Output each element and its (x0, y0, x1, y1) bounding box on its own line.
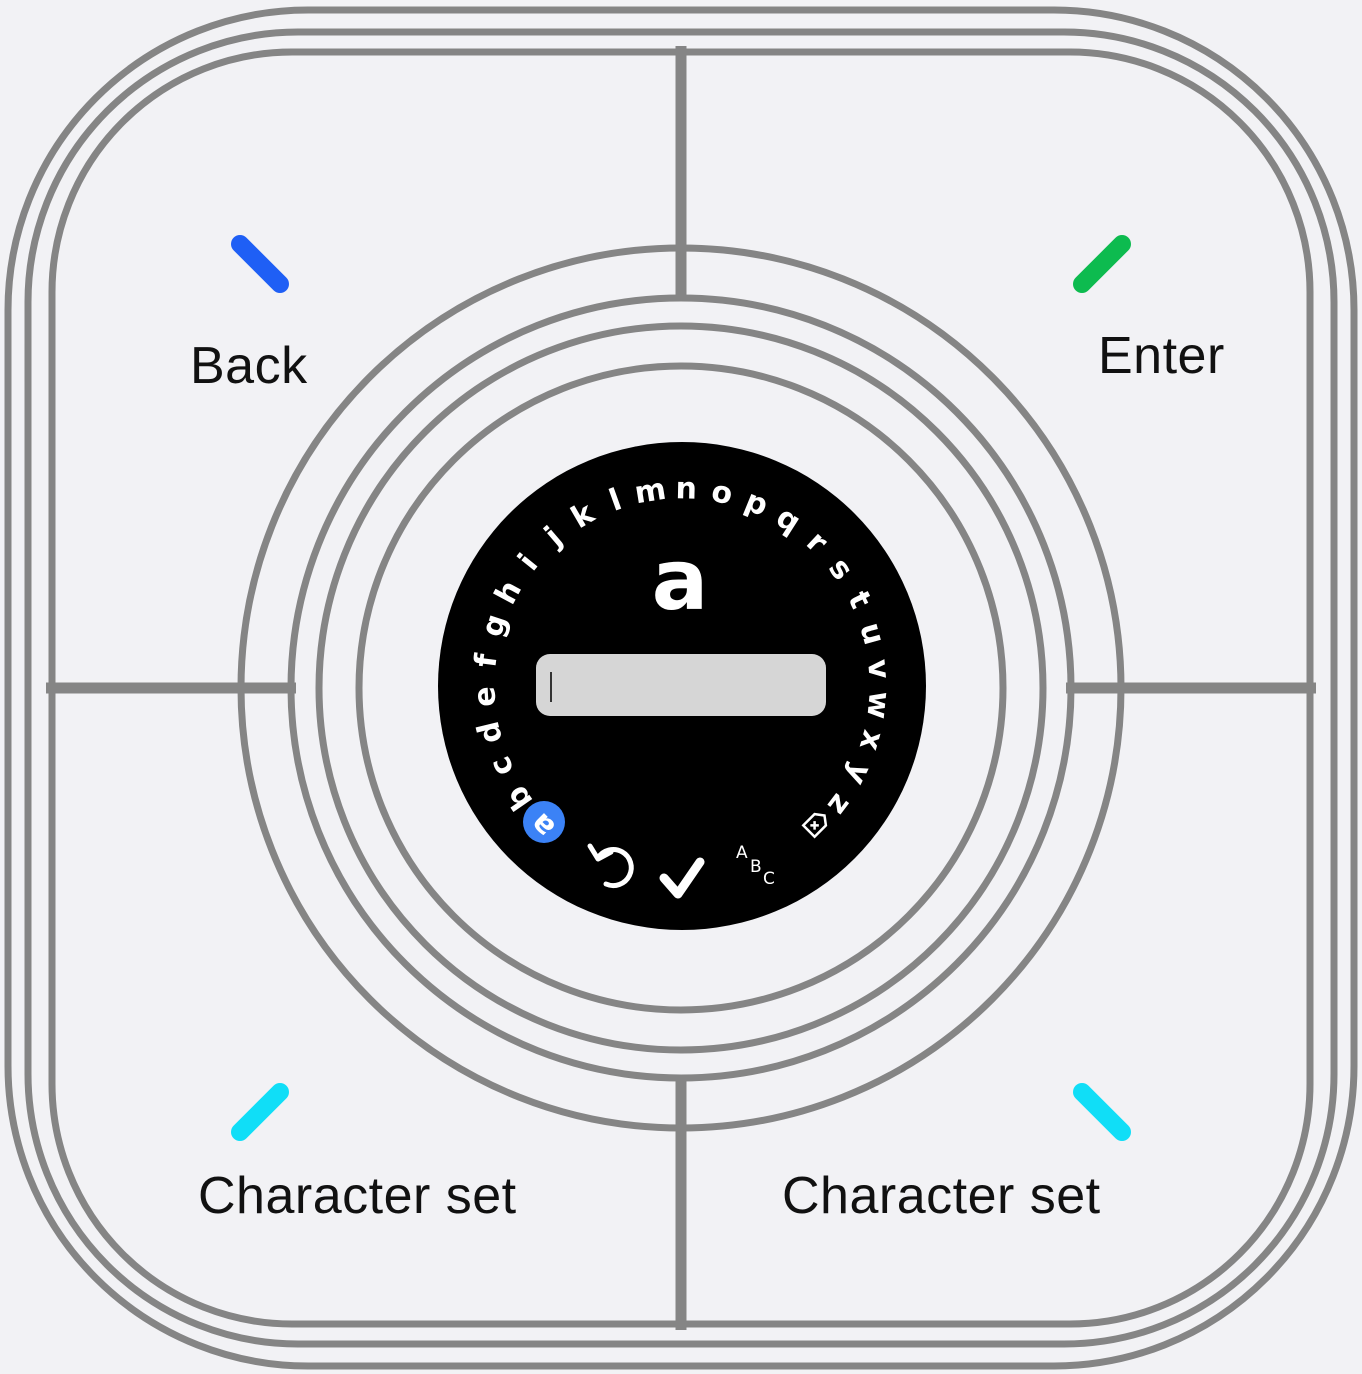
text-cursor (550, 672, 552, 702)
enter-label: Enter (1098, 327, 1225, 385)
charset-right-label: Character set (782, 1167, 1101, 1225)
keyboard-controller: abcdefghijklmnopqrstuvwxyz A B C Back En… (0, 0, 1362, 1374)
back-label: Back (190, 337, 308, 395)
current-letter-display: a (651, 531, 709, 629)
text-input-field[interactable] (536, 654, 826, 716)
charset-left-label: Character set (198, 1167, 517, 1225)
